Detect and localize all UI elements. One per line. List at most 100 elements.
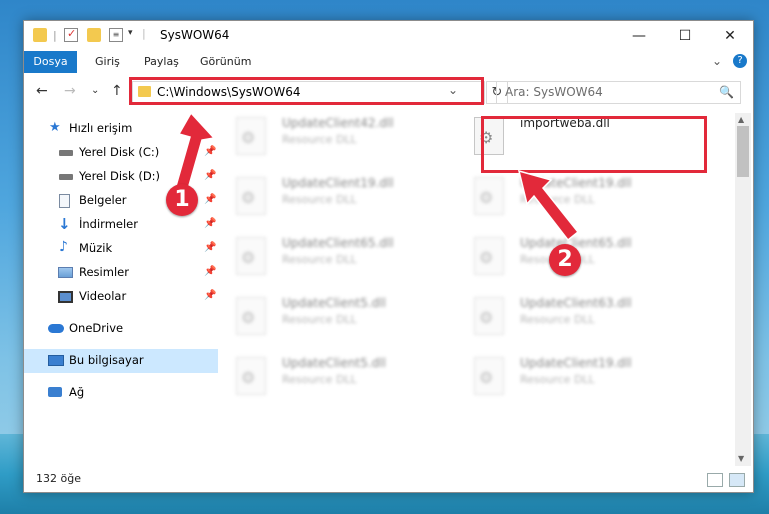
- title-bar: | ✓ ≡ ▾ | SysWOW64 — ☐ ✕: [24, 21, 753, 51]
- dll-file-icon: ⚙: [474, 297, 504, 335]
- drive-icon: [59, 174, 73, 180]
- file-name: UpdateClient19.dll: [520, 356, 632, 370]
- file-item[interactable]: ⚙ UpdateClient63.dll Resource DLL: [464, 291, 694, 347]
- file-description: Resource DLL: [282, 133, 357, 146]
- pin-icon[interactable]: 📌: [204, 146, 216, 157]
- file-name: UpdateClient5.dll: [282, 296, 386, 310]
- computer-icon: [48, 355, 64, 366]
- customize-quick-access-icon[interactable]: ≡: [109, 28, 123, 42]
- pin-icon[interactable]: 📌: [204, 170, 216, 181]
- search-input[interactable]: Ara: SysWOW64 🔍: [496, 81, 741, 104]
- file-item[interactable]: ⚙ UpdateClient5.dll Resource DLL: [226, 291, 456, 347]
- item-count: 132 öğe: [36, 472, 81, 485]
- file-item[interactable]: ⚙ UpdateClient65.dll Resource DLL: [226, 231, 456, 287]
- file-item[interactable]: ⚙ UpdateClient19.dll Resource DLL: [464, 351, 694, 407]
- file-name: UpdateClient19.dll: [282, 176, 394, 190]
- pin-icon[interactable]: 📌: [204, 218, 216, 229]
- file-item[interactable]: ⚙ UpdateClient5.dll Resource DLL: [226, 351, 456, 407]
- sidebar-item-label: Videolar: [79, 289, 127, 303]
- sidebar-item-music[interactable]: ♪ Müzik 📌: [24, 237, 218, 261]
- help-icon[interactable]: ?: [733, 54, 747, 68]
- recent-locations-button[interactable]: ⌄: [91, 85, 99, 96]
- file-description: Resource DLL: [282, 373, 357, 386]
- details-view-icon[interactable]: [707, 473, 723, 487]
- sidebar-item-onedrive[interactable]: OneDrive: [24, 317, 218, 341]
- pin-icon[interactable]: 📌: [204, 194, 216, 205]
- file-description: Resource DLL: [282, 193, 357, 206]
- dll-file-icon: ⚙: [236, 237, 266, 275]
- vertical-scrollbar[interactable]: ▲ ▼: [735, 113, 751, 466]
- file-name: UpdateClient65.dll: [282, 236, 394, 250]
- quick-access-dropdown-icon[interactable]: ▾: [128, 28, 133, 38]
- back-button[interactable]: ←: [36, 83, 48, 99]
- minimize-button[interactable]: —: [616, 21, 662, 51]
- window-title: SysWOW64: [160, 28, 230, 42]
- pin-icon[interactable]: 📌: [204, 290, 216, 301]
- sidebar-item-pictures[interactable]: Resimler 📌: [24, 261, 218, 285]
- download-icon: ↓: [58, 215, 71, 233]
- search-icon[interactable]: 🔍: [719, 85, 734, 99]
- file-item[interactable]: ⚙ UpdateClient19.dll Resource DLL: [464, 171, 694, 227]
- properties-icon[interactable]: ✓: [64, 27, 78, 42]
- sidebar-item-label: Bu bilgisayar: [69, 353, 144, 367]
- dll-file-icon: ⚙: [236, 117, 266, 155]
- documents-icon: [59, 194, 70, 208]
- scroll-down-icon[interactable]: ▼: [738, 454, 744, 463]
- dll-file-icon: ⚙: [474, 237, 504, 275]
- scroll-thumb[interactable]: [737, 126, 749, 177]
- folder-icon: [33, 28, 47, 42]
- maximize-button[interactable]: ☐: [662, 21, 708, 51]
- new-folder-icon[interactable]: [87, 28, 101, 42]
- forward-button[interactable]: →: [64, 83, 76, 99]
- sidebar-item-label: İndirmeler: [79, 217, 138, 231]
- dll-file-icon: ⚙: [474, 357, 504, 395]
- file-name: UpdateClient5.dll: [282, 356, 386, 370]
- cloud-icon: [48, 324, 64, 333]
- sidebar-item-label: Müzik: [79, 241, 113, 255]
- sidebar-item-local-disk-c[interactable]: Yerel Disk (C:) 📌: [24, 141, 218, 165]
- step-badge-1: 1: [166, 184, 198, 216]
- file-item[interactable]: ⚙ UpdateClient42.dll Resource DLL: [226, 111, 456, 167]
- sidebar-item-label: OneDrive: [69, 321, 124, 335]
- music-icon: ♪: [59, 239, 68, 255]
- tab-file[interactable]: Dosya: [24, 51, 77, 73]
- dll-file-icon: ⚙: [236, 357, 266, 395]
- dll-file-icon: ⚙: [236, 297, 266, 335]
- tab-view[interactable]: Görünüm: [200, 51, 251, 73]
- file-highlight: [481, 116, 707, 173]
- sidebar-item-label: Yerel Disk (C:): [79, 145, 160, 159]
- file-description: Resource DLL: [282, 313, 357, 326]
- dll-file-icon: ⚙: [236, 177, 266, 215]
- up-button[interactable]: ↑: [111, 83, 123, 99]
- sidebar-item-label: Hızlı erişim: [69, 121, 133, 135]
- tab-share[interactable]: Paylaş: [144, 51, 179, 73]
- pin-icon[interactable]: 📌: [204, 266, 216, 277]
- tab-home[interactable]: Giriş: [95, 51, 120, 73]
- sidebar-item-label: Yerel Disk (D:): [79, 169, 161, 183]
- expand-ribbon-icon[interactable]: ⌄: [712, 54, 722, 68]
- sidebar-item-videos[interactable]: Videolar 📌: [24, 285, 218, 309]
- close-button[interactable]: ✕: [707, 21, 753, 51]
- large-icons-view-icon[interactable]: [729, 473, 745, 487]
- navigation-pane: ★ Hızlı erişim Yerel Disk (C:) 📌 Yerel D…: [24, 117, 218, 467]
- file-description: Resource DLL: [520, 313, 595, 326]
- file-name: UpdateClient63.dll: [520, 296, 632, 310]
- sidebar-item-downloads[interactable]: ↓ İndirmeler 📌: [24, 213, 218, 237]
- sidebar-item-network[interactable]: Ağ: [24, 381, 218, 405]
- sidebar-item-label: Belgeler: [79, 193, 127, 207]
- separator: |: [142, 27, 146, 40]
- address-bar-highlight: [129, 77, 484, 105]
- file-description: Resource DLL: [520, 373, 595, 386]
- drive-icon: [59, 150, 73, 156]
- star-icon: ★: [49, 120, 61, 135]
- pin-icon[interactable]: 📌: [204, 242, 216, 253]
- scroll-up-icon[interactable]: ▲: [738, 115, 744, 124]
- ribbon: Dosya Giriş Paylaş Görünüm ⌄: [24, 51, 753, 73]
- file-name: UpdateClient42.dll: [282, 116, 394, 130]
- status-bar: 132 öğe: [24, 470, 753, 490]
- step-badge-2: 2: [549, 244, 581, 276]
- sidebar-item-quick-access[interactable]: ★ Hızlı erişim: [24, 117, 218, 141]
- pictures-icon: [58, 267, 73, 278]
- file-item[interactable]: ⚙ UpdateClient19.dll Resource DLL: [226, 171, 456, 227]
- sidebar-item-this-pc[interactable]: Bu bilgisayar: [24, 349, 218, 373]
